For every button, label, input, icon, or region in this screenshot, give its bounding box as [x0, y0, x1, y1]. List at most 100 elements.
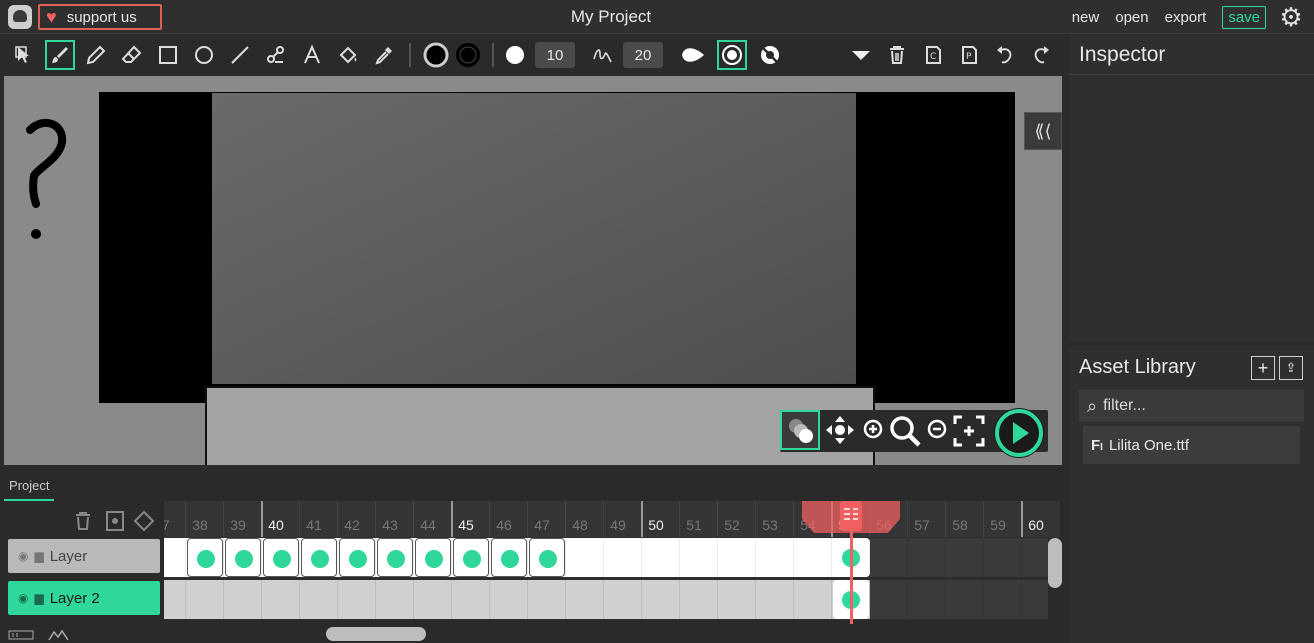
lock-icon[interactable]: ▆: [34, 591, 43, 605]
keyframe[interactable]: [415, 538, 451, 577]
curve-view-toggle-icon[interactable]: [48, 628, 70, 641]
eyedropper-tool-icon[interactable]: [369, 40, 399, 70]
text-tool-icon[interactable]: [297, 40, 327, 70]
keyframe[interactable]: [377, 538, 413, 577]
timeline-vertical-scrollbar[interactable]: [1048, 538, 1062, 588]
grid-line: [1021, 580, 1022, 619]
keyframe-dot: [463, 550, 481, 568]
dropdown-arrow-icon[interactable]: [846, 40, 876, 70]
grid-line: [451, 538, 452, 577]
keyframe-dot: [197, 550, 215, 568]
asset-filter: ⌕: [1079, 390, 1304, 422]
frame-number: 41: [306, 517, 322, 533]
redo-icon[interactable]: [1026, 40, 1056, 70]
eraser-tool-icon[interactable]: [117, 40, 147, 70]
keyframe[interactable]: [301, 538, 337, 577]
search-icon: ⌕: [1087, 395, 1098, 416]
add-asset-button[interactable]: +: [1251, 356, 1275, 380]
timeline-horizontal-scrollbar[interactable]: [326, 627, 426, 641]
zoom-magnifier-icon[interactable]: [888, 414, 922, 448]
pencil-tool-icon[interactable]: [81, 40, 111, 70]
undo-icon[interactable]: [990, 40, 1020, 70]
ellipse-tool-icon[interactable]: [189, 40, 219, 70]
grid-line: [755, 538, 756, 577]
frame-row-layer-2[interactable]: [164, 579, 1048, 620]
delete-trash-icon[interactable]: [882, 40, 912, 70]
brush-size-icon: [500, 40, 530, 70]
keyframe[interactable]: [453, 538, 489, 577]
timeline-view-toggle-icon[interactable]: [8, 628, 36, 640]
frame-row-layer[interactable]: [164, 537, 1048, 578]
pan-move-icon[interactable]: [824, 414, 856, 446]
keyframe[interactable]: [339, 538, 375, 577]
onion-skin-toggle-icon[interactable]: [717, 40, 747, 70]
frame-number: 58: [952, 517, 968, 533]
fit-to-screen-icon[interactable]: [952, 414, 986, 448]
zoom-out-icon[interactable]: [926, 418, 948, 442]
frame-number: 39: [230, 517, 246, 533]
grid-line: [717, 538, 718, 577]
collapse-panel-chevrons-icon[interactable]: ⟪⟨: [1024, 112, 1062, 150]
grid-line: [299, 580, 300, 619]
grid-line: [1021, 538, 1022, 577]
lock-icon[interactable]: ▆: [34, 549, 43, 563]
grid-line: [679, 580, 680, 619]
rectangle-tool-icon[interactable]: [153, 40, 183, 70]
grid-line: [869, 580, 870, 619]
frame-number: 40: [268, 517, 284, 533]
export-button[interactable]: export: [1165, 9, 1207, 26]
copy-icon[interactable]: C: [918, 40, 948, 70]
asset-filter-input[interactable]: [1103, 397, 1284, 415]
select-tool-icon[interactable]: [9, 40, 39, 70]
eye-visibility-icon[interactable]: ◉: [18, 591, 28, 605]
brush-tool-icon[interactable]: [45, 40, 75, 70]
zoom-in-icon[interactable]: [862, 418, 884, 442]
keyframe[interactable]: [225, 538, 261, 577]
file-menu: new open export save: [1072, 4, 1266, 30]
line-tool-icon[interactable]: [225, 40, 255, 70]
frame-number: 48: [572, 517, 588, 533]
add-layer-icon[interactable]: [104, 510, 126, 534]
keyframe-dot: [425, 550, 443, 568]
grid-line: [983, 538, 984, 577]
stroke-color-swatch[interactable]: [453, 40, 483, 70]
mask-toggle-icon[interactable]: [755, 40, 785, 70]
fill-bucket-tool-icon[interactable]: [333, 40, 363, 70]
import-asset-button[interactable]: ⇪: [1279, 356, 1303, 380]
open-button[interactable]: open: [1115, 9, 1148, 26]
canvas-stage[interactable]: ⟪⟨: [4, 76, 1062, 465]
frame-ruler[interactable]: 3738394041424344454647484950515253545556…: [164, 501, 1060, 537]
asset-item[interactable]: FI Lilita One.ttf: [1083, 426, 1300, 464]
grid-line: [983, 580, 984, 619]
path-tool-icon[interactable]: [261, 40, 291, 70]
keyframe-dot: [273, 550, 291, 568]
keyframe[interactable]: [263, 538, 299, 577]
keyframe[interactable]: [491, 538, 527, 577]
keyframe-dot: [235, 550, 253, 568]
delete-layer-trash-icon[interactable]: [72, 510, 96, 534]
keyframe[interactable]: [187, 538, 223, 577]
save-button[interactable]: save: [1222, 5, 1266, 29]
inspector-panel: Inspector: [1069, 35, 1314, 341]
onion-skin-view-icon[interactable]: [780, 410, 820, 450]
brush-size-field[interactable]: 10: [535, 42, 575, 68]
frame-number: 45: [458, 517, 474, 533]
frame-grid[interactable]: [164, 537, 1048, 621]
grid-line: [261, 538, 262, 577]
smoothing-field[interactable]: 20: [623, 42, 663, 68]
new-button[interactable]: new: [1072, 9, 1100, 26]
grid-line: [223, 580, 224, 619]
layer-row-layer[interactable]: ◉ ▆ Layer: [8, 539, 160, 573]
stroke-mode-icon[interactable]: [678, 40, 708, 70]
grid-line: [489, 580, 490, 619]
inspector-title: Inspector: [1069, 35, 1314, 75]
play-button[interactable]: [992, 406, 1046, 460]
tab-project[interactable]: Project: [4, 476, 55, 501]
keyframe-diamond-icon[interactable]: [133, 510, 157, 534]
layer-row-layer-2[interactable]: ◉ ▆ Layer 2: [8, 581, 160, 615]
settings-gear-icon[interactable]: ⚙: [1278, 4, 1304, 30]
fill-color-swatch[interactable]: [421, 40, 451, 70]
keyframe[interactable]: [529, 538, 565, 577]
eye-visibility-icon[interactable]: ◉: [18, 549, 28, 563]
paste-icon[interactable]: P: [954, 40, 984, 70]
